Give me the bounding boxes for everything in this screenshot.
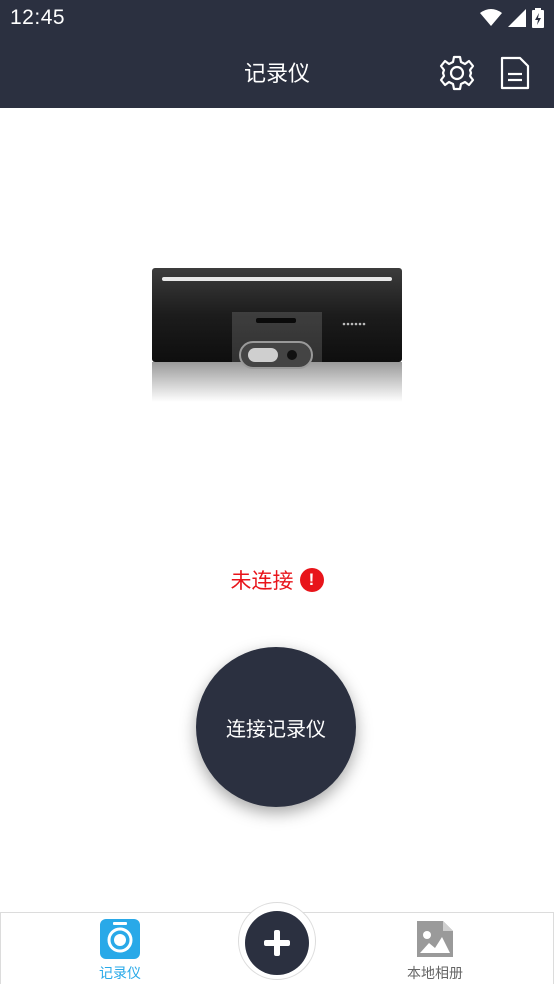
top-bar: 12:45 记录仪 bbox=[0, 0, 554, 108]
plus-icon bbox=[264, 930, 290, 956]
warning-icon: ! bbox=[299, 568, 324, 592]
nav-item-recorder[interactable]: 记录仪 bbox=[70, 919, 170, 983]
nav-item-local-album[interactable]: 本地相册 bbox=[385, 919, 485, 983]
document-button[interactable] bbox=[496, 54, 534, 92]
screen: 12:45 记录仪 未连接 ! 连接记录仪 记录仪 本地相册 bbox=[0, 0, 554, 984]
document-icon bbox=[500, 56, 530, 90]
connection-status: 未连接 ! bbox=[0, 565, 554, 595]
connect-recorder-button[interactable]: 连接记录仪 bbox=[196, 647, 356, 807]
add-button[interactable] bbox=[245, 911, 309, 975]
signal-icon bbox=[508, 9, 526, 27]
connect-recorder-label: 连接记录仪 bbox=[226, 716, 326, 741]
nav-label-local-album: 本地相册 bbox=[407, 966, 463, 982]
settings-button[interactable] bbox=[438, 54, 476, 92]
wifi-icon bbox=[480, 9, 502, 26]
dashcam-device-image bbox=[152, 268, 402, 402]
settings-gear-icon bbox=[439, 55, 475, 91]
status-time: 12:45 bbox=[10, 6, 66, 29]
image-icon bbox=[417, 921, 453, 957]
status-icons bbox=[480, 7, 544, 29]
nav-label-recorder: 记录仪 bbox=[99, 966, 141, 982]
camera-icon bbox=[100, 919, 140, 959]
connection-status-text: 未连接 bbox=[230, 569, 294, 593]
battery-charging-icon bbox=[532, 8, 544, 28]
